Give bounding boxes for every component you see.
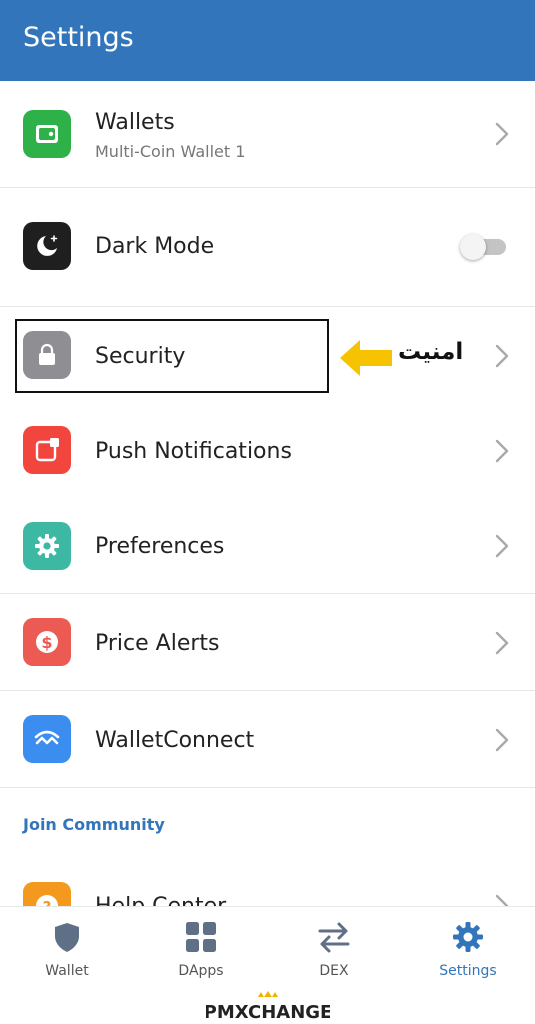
divider (0, 787, 535, 788)
row-label: Wallets (95, 110, 175, 135)
pmxchange-logo: PMXCHANGE (206, 991, 330, 1023)
chevron-right-icon (495, 122, 509, 146)
settings-row-wallets[interactable]: Wallets Multi-Coin Wallet 1 (0, 81, 535, 187)
swap-arrows-icon (318, 922, 350, 953)
page-title: Settings (23, 22, 134, 53)
chevron-right-icon (495, 534, 509, 558)
row-label: Dark Mode (95, 234, 215, 259)
row-sublabel: Multi-Coin Wallet 1 (95, 142, 246, 161)
notification-icon (23, 426, 71, 474)
dark-mode-toggle[interactable] (460, 232, 506, 260)
help-icon: ? (23, 882, 71, 907)
dollar-icon: $ (23, 618, 71, 666)
chevron-right-icon (495, 894, 509, 907)
gear-icon (23, 522, 71, 570)
walletconnect-icon (23, 715, 71, 763)
row-label: Push Notifications (95, 439, 292, 464)
svg-text:$: $ (41, 633, 52, 652)
arrow-left-icon (340, 340, 392, 376)
tab-dex[interactable]: DEX (267, 907, 401, 987)
chevron-right-icon (495, 439, 509, 463)
row-label: Preferences (95, 534, 225, 559)
grid-icon (186, 922, 216, 952)
watermark: PMXCHANGE (0, 988, 535, 1024)
settings-row-price-alerts[interactable]: $ Price Alerts (0, 594, 535, 690)
svg-text:PMXCHANGE: PMXCHANGE (206, 1002, 330, 1023)
bottom-tab-bar: Wallet DApps DEX Settings (0, 906, 535, 986)
tab-wallet[interactable]: Wallet (0, 907, 134, 987)
chevron-right-icon (495, 631, 509, 655)
moon-icon (23, 222, 71, 270)
tab-label: Wallet (45, 963, 89, 979)
annotation-text: امنیت (398, 339, 464, 365)
settings-row-walletconnect[interactable]: WalletConnect (0, 691, 535, 787)
chevron-right-icon (495, 344, 509, 368)
settings-row-push-notifications[interactable]: Push Notifications (0, 403, 535, 499)
settings-row-preferences[interactable]: Preferences (0, 499, 535, 593)
section-header-join-community: Join Community (23, 815, 165, 834)
settings-list[interactable]: Wallets Multi-Coin Wallet 1 Dark Mode Se… (0, 81, 535, 907)
toggle-knob (460, 234, 486, 260)
security-highlight-box (15, 319, 329, 393)
tab-label: Settings (439, 963, 497, 979)
row-label: WalletConnect (95, 728, 255, 753)
tab-label: DApps (178, 963, 224, 979)
shield-icon (55, 923, 79, 952)
settings-row-dark-mode[interactable]: Dark Mode (0, 188, 535, 306)
wallet-icon (23, 110, 71, 158)
settings-row-help-center[interactable]: ? Help Center (0, 876, 535, 907)
row-label: Price Alerts (95, 631, 220, 656)
app-bar: Settings (0, 0, 535, 81)
tab-dapps[interactable]: DApps (134, 907, 268, 987)
chevron-right-icon (495, 728, 509, 752)
tab-settings[interactable]: Settings (401, 907, 535, 987)
tab-label: DEX (319, 963, 349, 979)
gear-icon (453, 922, 483, 952)
